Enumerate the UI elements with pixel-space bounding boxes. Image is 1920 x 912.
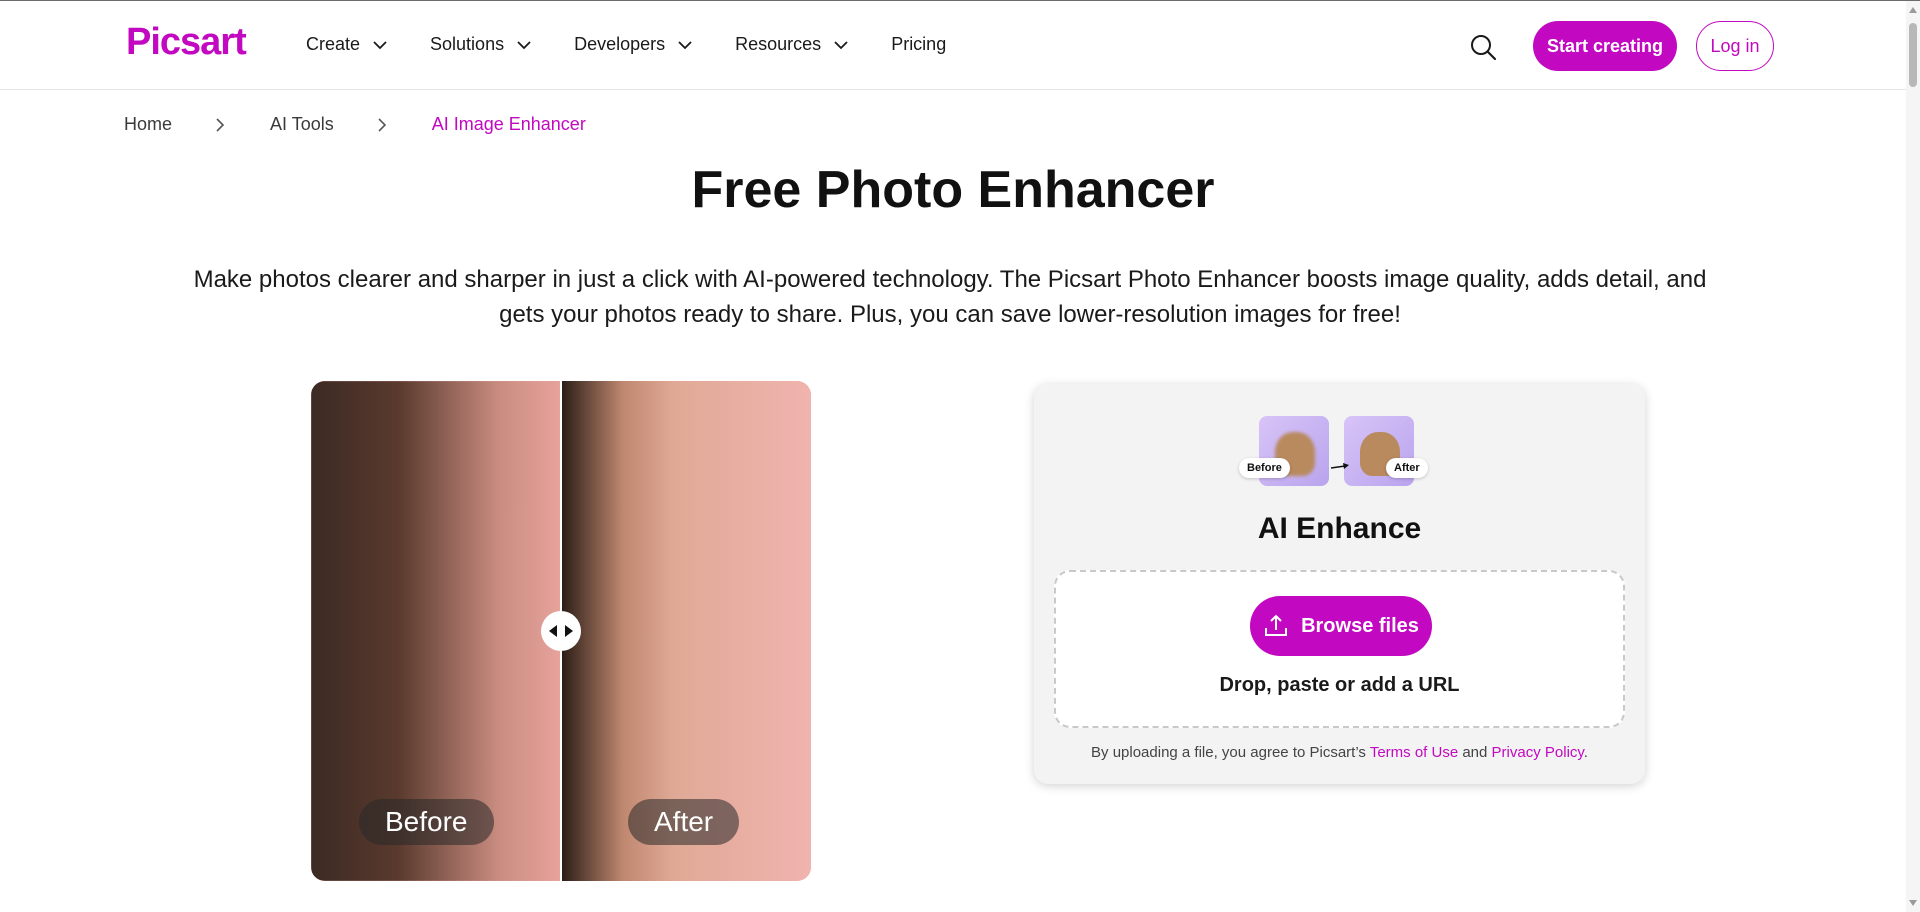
picsart-logo[interactable]: Picsart bbox=[126, 21, 247, 64]
nav-solutions-label: Solutions bbox=[430, 34, 505, 54]
scroll-up-arrow-icon[interactable] bbox=[1909, 7, 1917, 13]
chevron-down-icon bbox=[517, 40, 531, 49]
drag-arrows-icon bbox=[549, 625, 573, 637]
terms-prefix: By uploading a file, you agree to Picsar… bbox=[1091, 744, 1366, 761]
chevron-down-icon bbox=[373, 40, 387, 49]
nav-pricing[interactable]: Pricing bbox=[891, 34, 946, 55]
nav-developers[interactable]: Developers bbox=[574, 34, 695, 55]
chevron-right-icon bbox=[216, 117, 225, 132]
page-scrollbar[interactable] bbox=[1906, 1, 1920, 912]
thumb-before-tag: Before bbox=[1239, 458, 1290, 478]
login-button[interactable]: Log in bbox=[1696, 21, 1774, 71]
drop-instructions: Drop, paste or add a URL bbox=[1219, 674, 1460, 696]
site-header: Picsart Create Solutions Developers Reso… bbox=[0, 1, 1906, 90]
comparison-slider-handle[interactable] bbox=[541, 611, 581, 651]
terms-notice: By uploading a file, you agree to Picsar… bbox=[1034, 744, 1645, 761]
nav-create-label: Create bbox=[306, 34, 361, 54]
chevron-down-icon bbox=[678, 40, 692, 49]
nav-resources[interactable]: Resources bbox=[735, 34, 851, 55]
card-title: AI Enhance bbox=[1257, 512, 1422, 545]
chevron-down-icon bbox=[834, 40, 848, 49]
nav-developers-label: Developers bbox=[574, 34, 666, 54]
terms-and: and bbox=[1462, 744, 1488, 761]
chevron-right-icon bbox=[378, 117, 386, 132]
file-dropzone[interactable]: Browse files Drop, paste or add a URL bbox=[1054, 570, 1625, 728]
browse-files-label: Browse files bbox=[1301, 614, 1419, 637]
browse-files-button[interactable]: Browse files bbox=[1250, 596, 1432, 656]
search-icon[interactable] bbox=[1468, 32, 1498, 62]
breadcrumb-ai-tools[interactable]: AI Tools bbox=[270, 114, 334, 135]
start-creating-button[interactable]: Start creating bbox=[1533, 21, 1677, 71]
before-label: Before bbox=[359, 799, 494, 845]
upload-card: Before After AI Enhance Browse files Dro… bbox=[1034, 384, 1645, 784]
upload-icon bbox=[1265, 614, 1288, 636]
page-title: Free Photo Enhancer bbox=[691, 161, 1215, 219]
breadcrumb: Home AI Tools AI Image Enhancer bbox=[124, 114, 586, 135]
before-after-comparison[interactable]: Before After bbox=[311, 381, 811, 881]
terms-of-use-link[interactable]: Terms of Use bbox=[1370, 744, 1458, 761]
nav-pricing-label: Pricing bbox=[891, 34, 947, 54]
nav-solutions[interactable]: Solutions bbox=[430, 34, 534, 55]
breadcrumb-home[interactable]: Home bbox=[124, 114, 172, 135]
terms-suffix: . bbox=[1583, 744, 1588, 761]
nav-resources-label: Resources bbox=[735, 34, 822, 54]
scroll-down-arrow-icon[interactable] bbox=[1909, 900, 1917, 906]
arrow-right-icon bbox=[1330, 463, 1349, 469]
privacy-policy-link[interactable]: Privacy Policy bbox=[1492, 744, 1584, 761]
nav-create[interactable]: Create bbox=[306, 34, 390, 55]
thumb-after-tag: After bbox=[1386, 458, 1428, 478]
main-nav: Create Solutions Developers Resources Pr… bbox=[306, 34, 986, 55]
breadcrumb-current[interactable]: AI Image Enhancer bbox=[432, 114, 586, 135]
page-description: Make photos clearer and sharper in just … bbox=[193, 266, 1707, 328]
after-label: After bbox=[628, 799, 740, 845]
scrollbar-thumb[interactable] bbox=[1909, 23, 1917, 87]
